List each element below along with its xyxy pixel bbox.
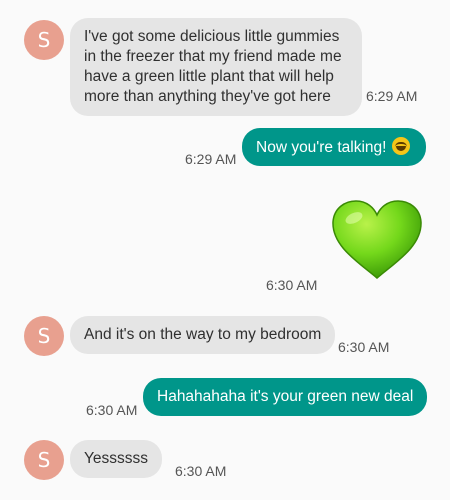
message-text: Now you're talking! (256, 139, 387, 156)
message-timestamp: 6:29 AM (366, 88, 418, 104)
message-timestamp: 6:30 AM (266, 277, 318, 293)
avatar[interactable]: S (24, 20, 64, 60)
rolling-laughing-emoji-icon (392, 137, 411, 155)
green-heart-emoji-icon[interactable] (330, 200, 424, 280)
message-timestamp: 6:30 AM (338, 339, 390, 355)
message-bubble[interactable]: Hahahahaha it's your green new deal (143, 378, 428, 416)
message-timestamp: 6:30 AM (175, 463, 227, 479)
message-timestamp: 6:30 AM (86, 402, 138, 418)
message-bubble[interactable]: Now you're talking! (242, 128, 426, 166)
message-timestamp: 6:29 AM (185, 151, 237, 167)
message-bubble[interactable]: I've got some delicious little gummies i… (70, 18, 362, 116)
message-bubble[interactable]: And it's on the way to my bedroom (70, 316, 336, 354)
avatar[interactable]: S (24, 316, 64, 356)
message-bubble[interactable]: Yessssss (70, 440, 163, 478)
avatar[interactable]: S (24, 440, 64, 480)
